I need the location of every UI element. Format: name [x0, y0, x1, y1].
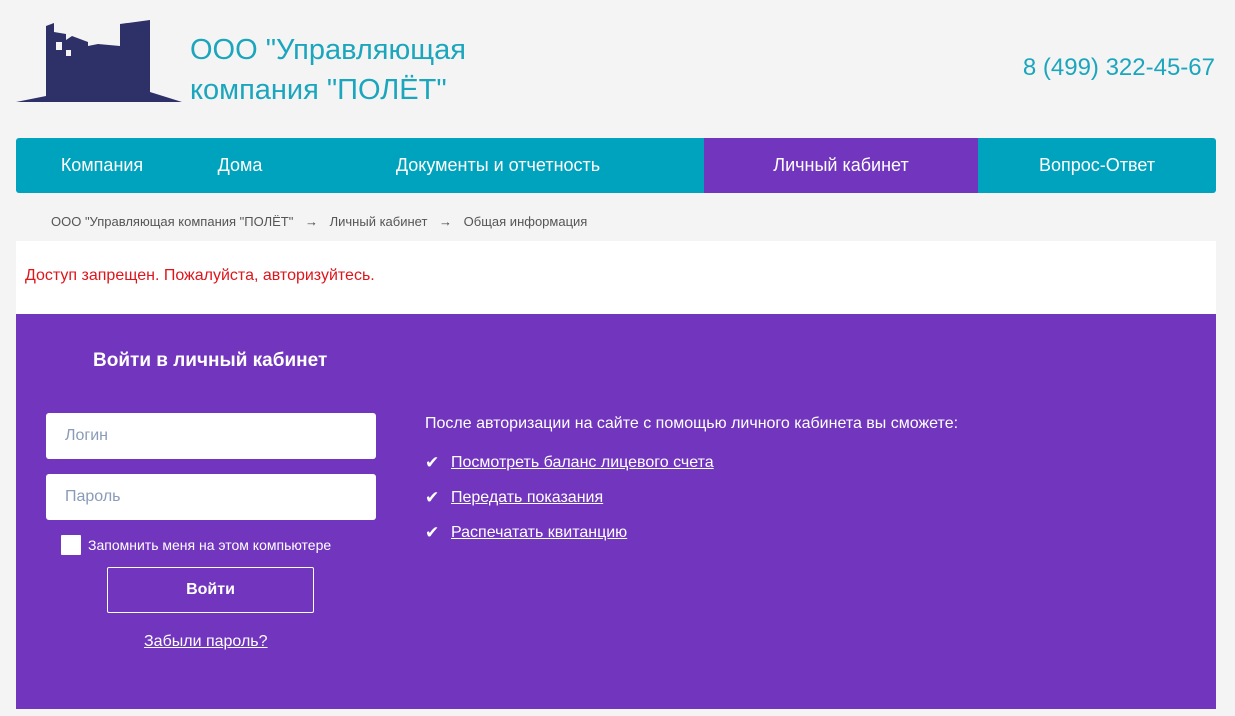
access-denied-message: Доступ запрещен. Пожалуйста, авторизуйте…	[25, 267, 375, 284]
nav-item-faq[interactable]: Вопрос-Ответ	[978, 138, 1216, 193]
nav-item-personal-account[interactable]: Личный кабинет	[704, 138, 978, 193]
checkmark-icon: ✔	[425, 523, 440, 542]
company-name-line1: ООО "Управляющая	[190, 34, 466, 66]
logo-buildings-icon[interactable]	[16, 20, 182, 104]
remember-me[interactable]: Запомнить меня на этом компьютере	[61, 535, 331, 555]
breadcrumb-personal-account[interactable]: Личный кабинет	[330, 214, 428, 229]
print-receipt-link[interactable]: Распечатать квитанцию	[451, 524, 627, 542]
breadcrumb-home[interactable]: ООО "Управляющая компания "ПОЛЁТ"	[51, 214, 293, 229]
login-title: Войти в личный кабинет	[93, 350, 328, 371]
login-input[interactable]	[46, 413, 376, 459]
benefits-intro: После авторизации на сайте с помощью лич…	[425, 415, 959, 432]
checkmark-icon: ✔	[425, 453, 440, 472]
submit-readings-link[interactable]: Передать показания	[451, 489, 603, 507]
company-name-line2: компания "ПОЛЁТ"	[190, 74, 447, 106]
benefit-item: ✔ Посмотреть баланс лицевого счета	[425, 452, 714, 474]
main-nav: Компания Дома Документы и отчетность Лич…	[16, 138, 1216, 193]
nav-item-houses[interactable]: Дома	[188, 138, 292, 193]
nav-item-company[interactable]: Компания	[16, 138, 188, 193]
phone-number[interactable]: 8 (499) 322-45-67	[1023, 54, 1215, 82]
remember-me-checkbox[interactable]	[61, 535, 81, 555]
benefit-item: ✔ Передать показания	[425, 487, 603, 509]
remember-me-label: Запомнить меня на этом компьютере	[88, 537, 332, 553]
benefit-item: ✔ Распечатать квитанцию	[425, 522, 627, 544]
site-header: ООО "Управляющая компания "ПОЛЁТ" 8 (499…	[0, 0, 1235, 138]
breadcrumb-arrow-icon: →	[439, 214, 453, 229]
login-panel: Войти в личный кабинет Запомнить меня на…	[16, 314, 1216, 709]
view-balance-link[interactable]: Посмотреть баланс лицевого счета	[451, 454, 714, 472]
forgot-password-link[interactable]: Забыли пароль?	[144, 633, 268, 651]
company-name[interactable]: ООО "Управляющая компания "ПОЛЁТ"	[190, 30, 530, 110]
login-button[interactable]: Войти	[107, 567, 314, 613]
checkmark-icon: ✔	[425, 488, 440, 507]
breadcrumb-current: Общая информация	[463, 214, 588, 229]
password-input[interactable]	[46, 474, 376, 520]
nav-item-documents[interactable]: Документы и отчетность	[292, 138, 704, 193]
breadcrumb: ООО "Управляющая компания "ПОЛЁТ" → Личн…	[51, 214, 587, 229]
access-denied-box: Доступ запрещен. Пожалуйста, авторизуйте…	[16, 241, 1216, 314]
breadcrumb-arrow-icon: →	[304, 214, 318, 229]
